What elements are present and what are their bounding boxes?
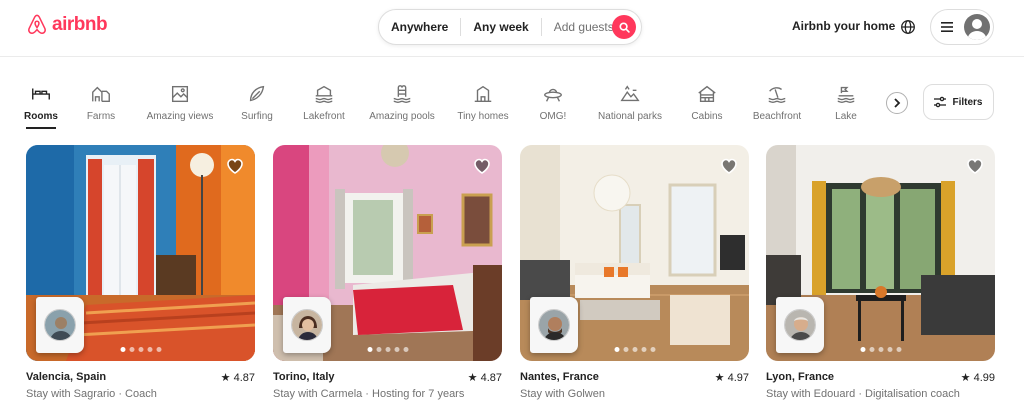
- carousel-dots: [614, 347, 655, 352]
- carousel-dots: [367, 347, 408, 352]
- listing-rating: ★ 4.87: [220, 372, 255, 384]
- category-label: OMG!: [539, 111, 567, 122]
- lake-house-icon: [315, 85, 333, 103]
- listing-rating: ★ 4.97: [714, 372, 749, 384]
- listing-rating: ★ 4.99: [960, 372, 995, 384]
- search-bar[interactable]: Anywhere Any week Add guests: [378, 9, 642, 45]
- lake-icon: [837, 86, 855, 103]
- user-icon: [967, 19, 987, 40]
- listing-card[interactable]: Nantes, France ★ 4.97 Stay with Golwen: [520, 145, 749, 400]
- listing-location: Lyon, France: [766, 371, 835, 383]
- picture-icon: [171, 85, 189, 103]
- listing-card[interactable]: Lyon, France ★ 4.99 Stay with Edouard · …: [766, 145, 995, 400]
- tiny-home-icon: [474, 85, 492, 103]
- category-label: Amazing pools: [369, 111, 435, 122]
- category-amazing-pools[interactable]: Amazing pools: [357, 74, 447, 122]
- avatar: [964, 14, 990, 40]
- category-label: Farms: [86, 111, 116, 122]
- search-button[interactable]: [612, 15, 636, 39]
- heart-icon[interactable]: [719, 156, 739, 176]
- search-icon: [618, 21, 630, 33]
- category-label: Rooms: [24, 111, 58, 122]
- category-label: Cabins: [691, 111, 723, 122]
- rating-value: 4.99: [973, 372, 995, 384]
- host-avatar-card: [530, 297, 578, 353]
- category-label: Lake: [835, 111, 857, 122]
- host-photo: [784, 309, 816, 341]
- chevron-right-icon: [894, 98, 901, 108]
- listing-subtitle: Stay with Carmela · Hosting for 7 years: [273, 388, 465, 400]
- category-lakefront[interactable]: Lakefront: [279, 74, 369, 122]
- pool-icon: [393, 85, 411, 103]
- sliders-icon: [934, 96, 947, 108]
- hamburger-icon: [941, 22, 953, 32]
- search-where[interactable]: Anywhere: [379, 10, 460, 44]
- barn-icon: [92, 86, 110, 103]
- filters-label: Filters: [952, 96, 983, 108]
- filters-button[interactable]: Filters: [923, 84, 994, 120]
- category-label: Lakefront: [303, 111, 345, 122]
- rating-value: 4.97: [727, 372, 749, 384]
- host-photo: [538, 309, 570, 341]
- host-avatar-card: [36, 297, 84, 353]
- listing-subtitle: Stay with Golwen: [520, 388, 605, 400]
- host-avatar-card: [283, 297, 331, 353]
- mountain-icon: [620, 85, 640, 102]
- category-label: Beachfront: [752, 111, 802, 122]
- listing-card[interactable]: Torino, Italy ★ 4.87 Stay with Carmela ·…: [273, 145, 502, 400]
- airbnb-logo[interactable]: airbnb: [26, 13, 108, 37]
- listing-subtitle: Stay with Edouard · Digitalisation coach: [766, 388, 960, 400]
- listing-photo[interactable]: [520, 145, 749, 361]
- logo-wordmark: airbnb: [52, 14, 108, 35]
- search-guests[interactable]: Add guests: [542, 10, 622, 44]
- bed-icon: [32, 88, 50, 100]
- listing-card[interactable]: Valencia, Spain ★ 4.87 Stay with Sagrari…: [26, 145, 255, 400]
- listing-location: Valencia, Spain: [26, 371, 107, 383]
- rating-value: 4.87: [480, 372, 502, 384]
- airbnb-logo-icon: [28, 14, 46, 35]
- carousel-dots: [860, 347, 901, 352]
- category-bar: Rooms Farms Amazing views Surfing Lakefr…: [0, 74, 1024, 134]
- listing-location: Torino, Italy: [273, 371, 335, 383]
- host-photo: [44, 309, 76, 341]
- host-link[interactable]: Airbnb your home: [792, 19, 895, 33]
- category-label: Amazing views: [146, 111, 214, 122]
- listing-photo[interactable]: [766, 145, 995, 361]
- category-label: National parks: [598, 111, 662, 122]
- listing-photo[interactable]: [273, 145, 502, 361]
- cabin-icon: [698, 85, 716, 103]
- category-next-button[interactable]: [886, 92, 908, 114]
- heart-icon[interactable]: [472, 156, 492, 176]
- beach-icon: [768, 87, 786, 103]
- listing-location: Nantes, France: [520, 371, 599, 383]
- category-farms[interactable]: Farms: [56, 74, 146, 122]
- surfboard-icon: [249, 85, 265, 102]
- search-when[interactable]: Any week: [461, 10, 540, 44]
- rating-value: 4.87: [233, 372, 255, 384]
- carousel-dots: [120, 347, 161, 352]
- ufo-icon: [544, 88, 562, 102]
- heart-icon[interactable]: [225, 156, 245, 176]
- user-menu-button[interactable]: [930, 9, 994, 45]
- heart-icon[interactable]: [965, 156, 985, 176]
- category-label: Tiny homes: [457, 111, 509, 122]
- host-avatar-card: [776, 297, 824, 353]
- top-header: airbnb Anywhere Any week Add guests Airb…: [0, 0, 1024, 57]
- host-photo: [291, 309, 323, 341]
- listing-subtitle: Stay with Sagrario · Coach: [26, 388, 157, 400]
- listing-photo[interactable]: [26, 145, 255, 361]
- category-label: Surfing: [241, 111, 273, 122]
- globe-icon[interactable]: [899, 18, 917, 36]
- listing-rating: ★ 4.87: [467, 372, 502, 384]
- active-underline: [26, 127, 56, 129]
- category-lake[interactable]: Lake: [801, 74, 891, 122]
